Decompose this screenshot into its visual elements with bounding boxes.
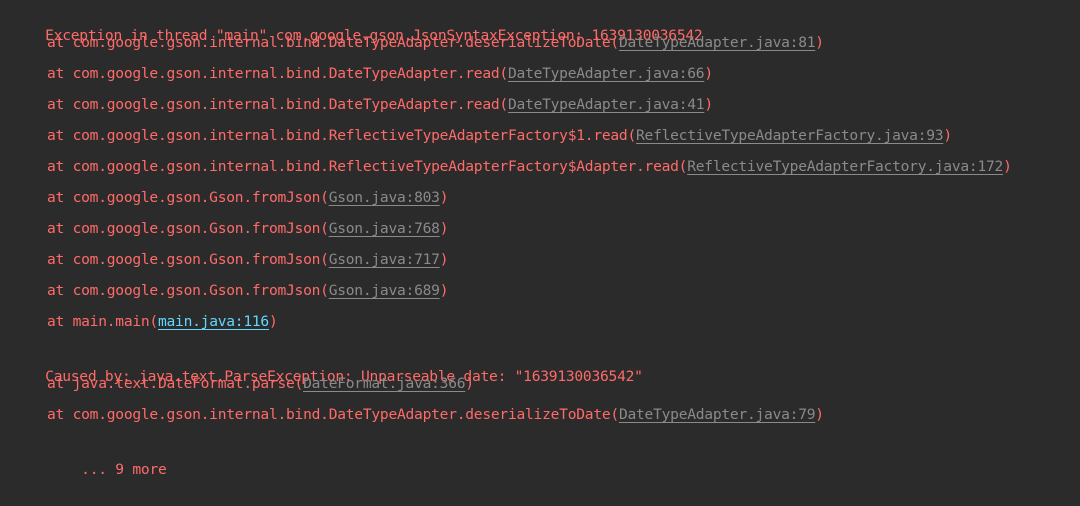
more-frames-line: ... 9 more: [47, 434, 167, 478]
stack-frame-close: ): [439, 251, 449, 268]
stack-frame-line: at com.google.gson.internal.bind.Reflect…: [47, 124, 952, 155]
stack-frame-method: at java.text.DateFormat.parse(: [47, 375, 304, 392]
user-source-file-link[interactable]: main.java:116: [158, 313, 269, 330]
stack-frame-line: at com.google.gson.internal.bind.DateTyp…: [47, 31, 824, 62]
stack-frame-method: at com.google.gson.Gson.fromJson(: [47, 251, 329, 268]
caused-by-line: Caused by: java.text.ParseException: Unp…: [11, 341, 643, 385]
stack-frame-line: at com.google.gson.internal.bind.DateTyp…: [47, 93, 713, 124]
stack-frame-method: at main.main(: [47, 313, 158, 330]
stack-frame-line: at com.google.gson.internal.bind.DateTyp…: [47, 403, 824, 434]
stack-frame-close: ): [815, 406, 824, 423]
stack-frame-method: at com.google.gson.Gson.fromJson(: [47, 220, 329, 237]
stack-frame-close: ): [465, 375, 474, 392]
source-file-link[interactable]: DateTypeAdapter.java:66: [508, 65, 705, 82]
console-output: Exception in thread "main" com.google.gs…: [0, 0, 1080, 478]
source-file-link[interactable]: Gson.java:803: [329, 189, 440, 206]
stack-frame-close: ): [439, 282, 449, 299]
stack-frame-line: at com.google.gson.Gson.fromJson(Gson.ja…: [47, 186, 448, 217]
stack-frame-line: at com.google.gson.internal.bind.Reflect…: [47, 155, 1012, 186]
stack-frame-close: ): [268, 313, 278, 330]
stack-frame-close: ): [704, 96, 713, 113]
stack-frame-line: at com.google.gson.Gson.fromJson(Gson.ja…: [47, 279, 448, 310]
source-file-link[interactable]: DateFormat.java:366: [303, 375, 465, 392]
stack-frame-method: at com.google.gson.internal.bind.Reflect…: [47, 158, 688, 175]
source-file-link[interactable]: ReflectiveTypeAdapterFactory.java:172: [687, 158, 1003, 175]
stack-frame-close: ): [815, 34, 824, 51]
exception-header-line: Exception in thread "main" com.google.gs…: [11, 0, 703, 44]
stack-frame-method: at com.google.gson.internal.bind.Reflect…: [47, 127, 636, 144]
source-file-link[interactable]: DateTypeAdapter.java:79: [619, 406, 816, 423]
source-file-link[interactable]: Gson.java:768: [329, 220, 440, 237]
stack-frame-line: at main.main(main.java:116): [47, 310, 278, 341]
stack-frame-close: ): [1003, 158, 1012, 175]
stack-frame-close: ): [439, 220, 449, 237]
source-file-link[interactable]: DateTypeAdapter.java:41: [508, 96, 705, 113]
stack-frame-line: at com.google.gson.internal.bind.DateTyp…: [47, 62, 713, 93]
stack-frame-method: at com.google.gson.internal.bind.DateTyp…: [47, 34, 619, 51]
stack-frame-close: ): [943, 127, 952, 144]
stack-frame-line: at com.google.gson.Gson.fromJson(Gson.ja…: [47, 217, 448, 248]
source-file-link[interactable]: DateTypeAdapter.java:81: [619, 34, 816, 51]
source-file-link[interactable]: Gson.java:717: [329, 251, 440, 268]
stack-frame-close: ): [704, 65, 713, 82]
stack-frame-method: at com.google.gson.Gson.fromJson(: [47, 282, 329, 299]
stack-frame-method: at com.google.gson.internal.bind.DateTyp…: [47, 65, 508, 82]
stack-frame-method: at com.google.gson.Gson.fromJson(: [47, 189, 329, 206]
source-file-link[interactable]: ReflectiveTypeAdapterFactory.java:93: [636, 127, 944, 144]
more-frames-text[interactable]: ... 9 more: [81, 461, 167, 478]
stack-frame-close: ): [439, 189, 449, 206]
source-file-link[interactable]: Gson.java:689: [329, 282, 440, 299]
stack-frame-line: at java.text.DateFormat.parse(DateFormat…: [47, 372, 474, 403]
stack-frame-method: at com.google.gson.internal.bind.DateTyp…: [47, 406, 619, 423]
stack-frame-method: at com.google.gson.internal.bind.DateTyp…: [47, 96, 508, 113]
stack-frame-line: at com.google.gson.Gson.fromJson(Gson.ja…: [47, 248, 448, 279]
